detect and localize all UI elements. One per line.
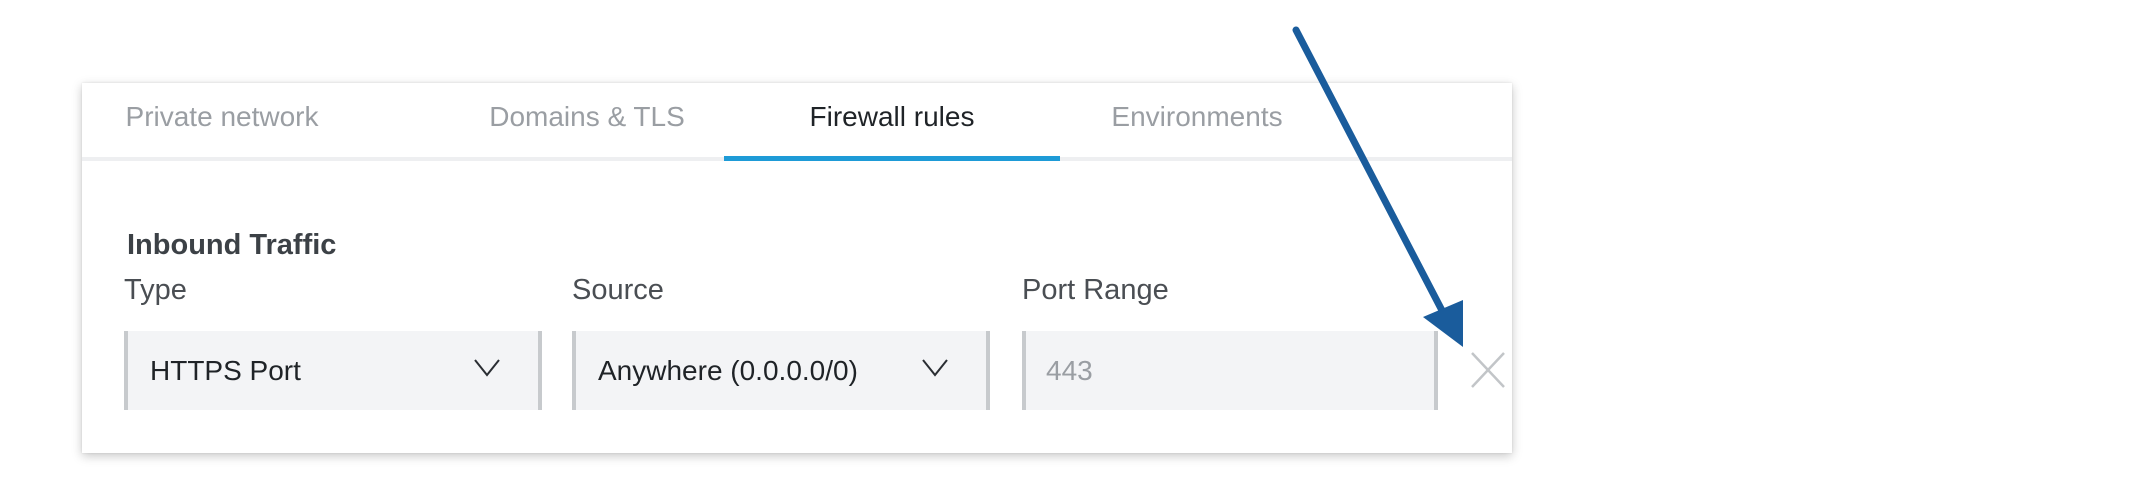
- source-label: Source: [572, 274, 664, 306]
- source-select[interactable]: Anywhere (0.0.0.0/0): [572, 331, 990, 410]
- type-select[interactable]: HTTPS Port: [124, 331, 542, 410]
- section-title-inbound-traffic: Inbound Traffic: [127, 229, 337, 261]
- settings-panel: Private network Domains & TLS Firewall r…: [82, 83, 1512, 453]
- type-select-value: HTTPS Port: [150, 355, 301, 386]
- tab-bar: Private network Domains & TLS Firewall r…: [82, 83, 1512, 161]
- port-range-label: Port Range: [1022, 274, 1169, 306]
- tab-private-network[interactable]: Private network: [82, 83, 362, 157]
- tab-firewall-rules[interactable]: Firewall rules: [724, 83, 1060, 161]
- close-icon[interactable]: [1460, 340, 1516, 400]
- source-select-value: Anywhere (0.0.0.0/0): [598, 355, 858, 386]
- chevron-down-icon: [474, 359, 500, 377]
- tab-domains-tls[interactable]: Domains & TLS: [417, 83, 757, 157]
- chevron-down-icon: [922, 359, 948, 377]
- tab-environments[interactable]: Environments: [1072, 83, 1322, 157]
- port-range-input[interactable]: [1022, 331, 1438, 410]
- type-label: Type: [124, 274, 187, 306]
